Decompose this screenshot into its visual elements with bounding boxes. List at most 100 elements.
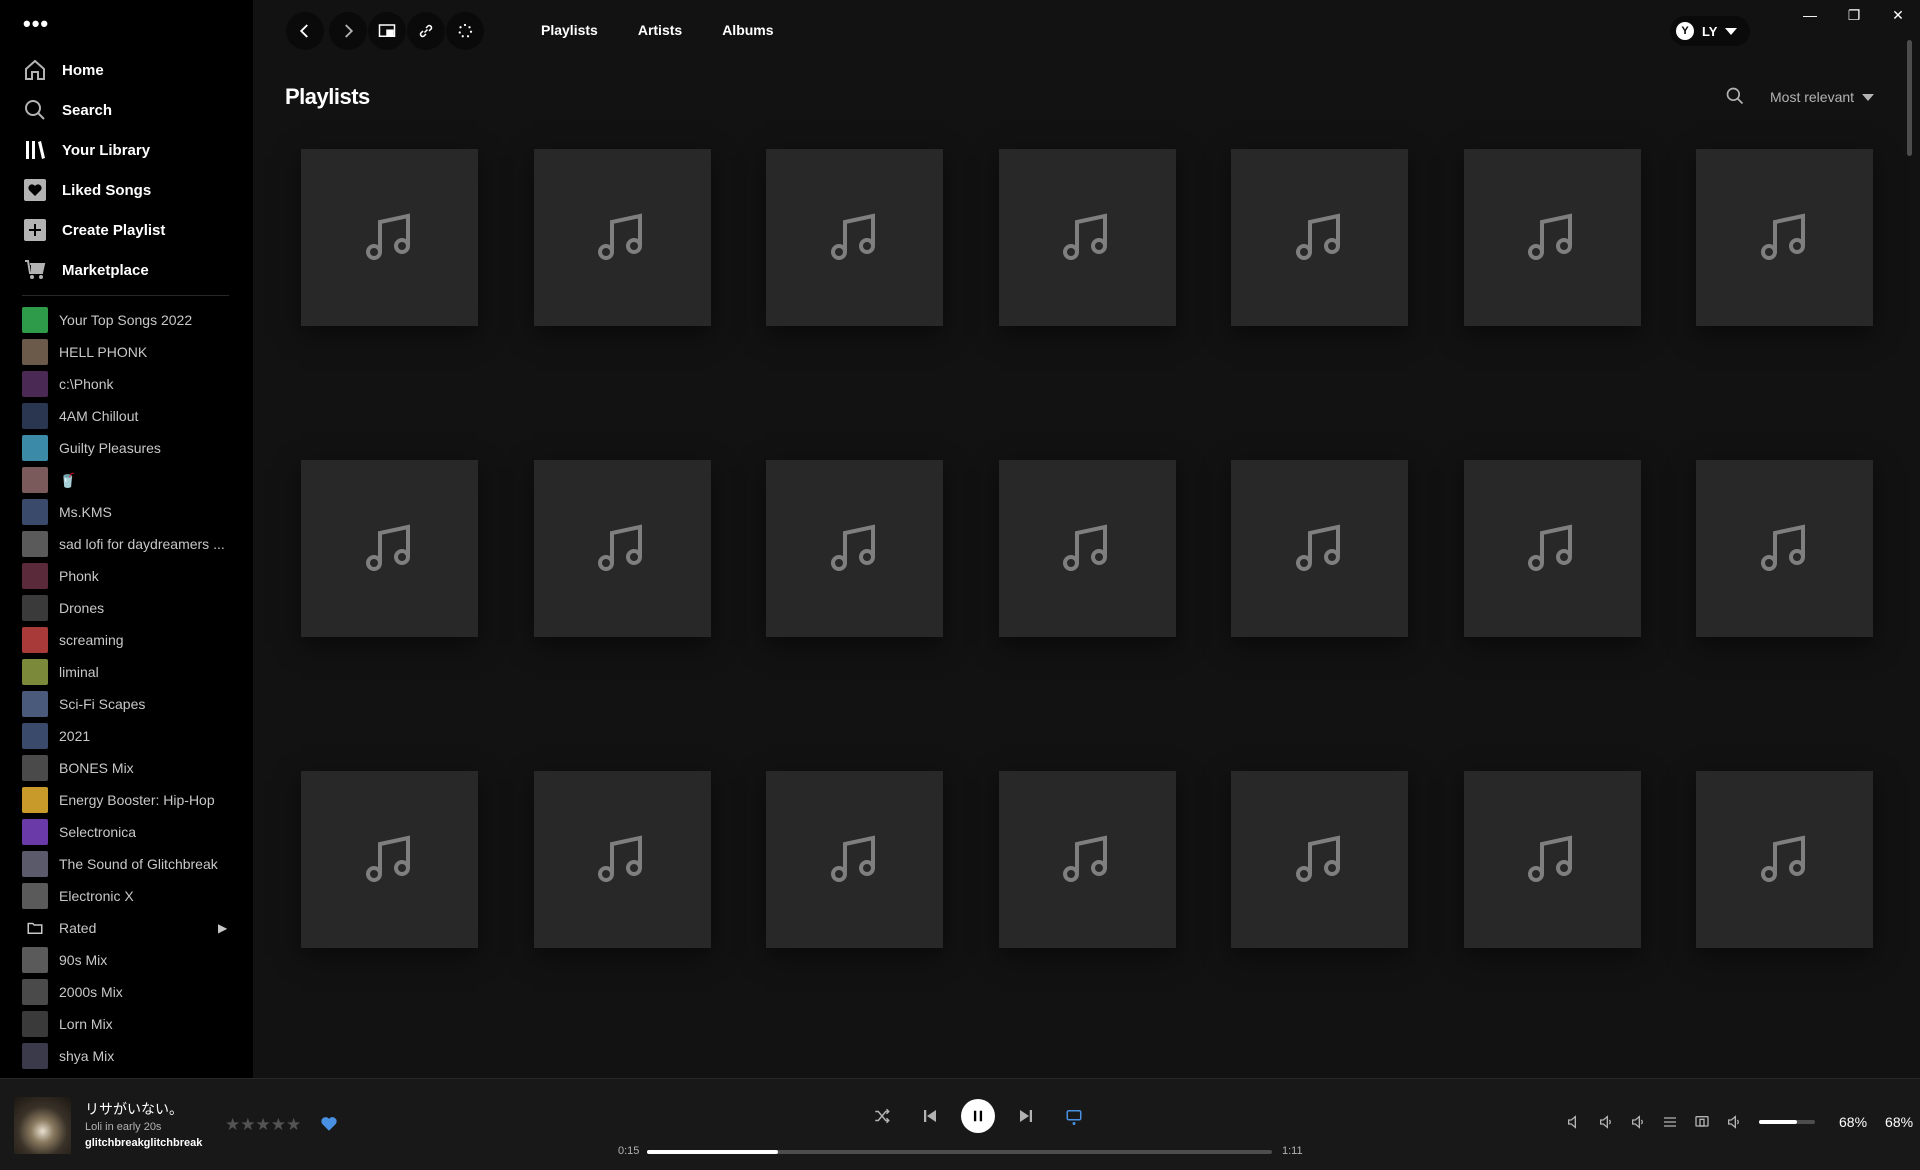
sidebar-playlist-item[interactable]: liminal [0, 656, 253, 688]
playlist-card[interactable] [998, 771, 1176, 948]
speaker-icon [1632, 1115, 1643, 1129]
volume-button[interactable] [1725, 1113, 1743, 1131]
forward-button[interactable] [329, 12, 367, 50]
tab-artists[interactable]: Artists [638, 22, 682, 38]
music-note-icon [1760, 213, 1805, 260]
queue-button[interactable] [1661, 1113, 1679, 1131]
devices-button[interactable] [1693, 1113, 1711, 1131]
caret-right-icon[interactable]: ▶ [218, 921, 227, 935]
sidebar-playlist-item[interactable]: Guilty Pleasures [0, 432, 253, 464]
filter-search-button[interactable] [1725, 86, 1745, 106]
playlist-card[interactable] [301, 149, 478, 326]
track-artist[interactable]: glitchbreakglitchbreak [85, 1137, 202, 1149]
next-button[interactable] [1002, 1097, 1050, 1135]
chevron-down-icon [1862, 93, 1875, 101]
sidebar-playlist-item[interactable]: Your Top Songs 2022 [0, 304, 253, 336]
restore-button[interactable]: ❐ [1832, 0, 1876, 30]
loading-button[interactable] [446, 12, 484, 50]
playlist-thumbnail [22, 659, 48, 685]
music-note-icon [1295, 524, 1340, 571]
miniplayer-button[interactable] [368, 12, 406, 50]
sort-dropdown[interactable]: Most relevant [1770, 89, 1875, 105]
track-subtitle[interactable]: Loli in early 20s [85, 1121, 161, 1133]
track-title[interactable]: リサがいない。 [85, 1099, 183, 1119]
playlist-card[interactable] [998, 149, 1176, 326]
rating-stars[interactable]: ★★★★★ [225, 1115, 301, 1135]
sidebar-playlist-item[interactable]: Drones [0, 592, 253, 624]
sidebar-playlist-item[interactable]: 2021 [0, 720, 253, 752]
user-menu-button[interactable]: Y LY [1670, 16, 1750, 46]
sidebar-playlist-item[interactable]: Sci-Fi Scapes [0, 688, 253, 720]
playlist-card[interactable] [301, 771, 478, 948]
playlist-thumbnail [22, 819, 48, 845]
like-button[interactable] [320, 1115, 338, 1133]
volume-slider[interactable] [1759, 1120, 1815, 1124]
playlist-card[interactable] [1463, 460, 1641, 637]
menu-dots-button[interactable]: ••• [23, 13, 49, 35]
playlist-card[interactable] [301, 460, 478, 637]
playlist-card[interactable] [1696, 149, 1873, 326]
previous-button[interactable] [906, 1097, 954, 1135]
sidebar-playlist-item[interactable]: 4AM Chillout [0, 400, 253, 432]
playlist-card[interactable] [533, 771, 711, 948]
sidebar-playlist-item[interactable]: 🥤 [0, 464, 253, 496]
sidebar-playlist-item[interactable]: The Sound of Glitchbreak [0, 848, 253, 880]
nav-library[interactable]: Your Library [0, 130, 253, 170]
scrollbar[interactable] [1907, 40, 1912, 156]
sidebar-playlist-item[interactable]: Lorn Mix [0, 1008, 253, 1040]
playlist-card[interactable] [766, 460, 943, 637]
playlist-card[interactable] [998, 460, 1176, 637]
playlist-label: 4AM Chillout [59, 408, 139, 424]
sidebar-folder[interactable]: Rated ▶ [0, 912, 253, 944]
nav-liked-songs[interactable]: Liked Songs [0, 170, 253, 210]
nav-marketplace[interactable]: Marketplace [0, 250, 253, 290]
nav-home[interactable]: Home [0, 50, 253, 90]
speaker-icon [1600, 1115, 1611, 1129]
lyrics-button[interactable] [1565, 1113, 1583, 1131]
sidebar-playlist-item[interactable]: BONES Mix [0, 752, 253, 784]
playlist-card[interactable] [1696, 460, 1873, 637]
sidebar-playlist-item[interactable]: Energy Booster: Hip-Hop [0, 784, 253, 816]
playlist-card[interactable] [1231, 149, 1408, 326]
repeat-button[interactable] [1050, 1097, 1098, 1135]
sidebar-playlist-item[interactable]: 2000s Mix [0, 976, 253, 1008]
link-button[interactable] [407, 12, 445, 50]
sidebar-playlist-item[interactable]: HELL PHONK [0, 336, 253, 368]
sidebar-playlist-item[interactable]: 90s Mix [0, 944, 253, 976]
shuffle-button[interactable] [858, 1097, 906, 1135]
sidebar-playlist-item[interactable]: Ms.KMS [0, 496, 253, 528]
playlist-card[interactable] [1231, 771, 1408, 948]
playlist-card[interactable] [1463, 771, 1641, 948]
playlist-label: liminal [59, 664, 99, 680]
sidebar-playlist-item[interactable]: c:\Phonk [0, 368, 253, 400]
sidebar-playlist-item[interactable]: shya Mix [0, 1040, 253, 1072]
tab-playlists[interactable]: Playlists [541, 22, 598, 38]
playlist-card[interactable] [533, 149, 711, 326]
progress-bar[interactable] [647, 1150, 1272, 1154]
nav-create-playlist-label: Create Playlist [62, 221, 166, 239]
sidebar-playlist-item[interactable]: Phonk [0, 560, 253, 592]
playlist-card[interactable] [1696, 771, 1873, 948]
close-button[interactable]: ✕ [1876, 0, 1920, 30]
playlist-card[interactable] [533, 460, 711, 637]
sidebar-playlist-item[interactable]: Electronic X [0, 880, 253, 912]
nav-create-playlist[interactable]: Create Playlist [0, 210, 253, 250]
nav-search[interactable]: Search [0, 90, 253, 130]
playlist-card[interactable] [766, 771, 943, 948]
playlist-card[interactable] [766, 149, 943, 326]
playlist-card[interactable] [1231, 460, 1408, 637]
speaker-button-1[interactable] [1597, 1113, 1615, 1131]
speaker-left-icon [1568, 1115, 1576, 1129]
tab-albums[interactable]: Albums [722, 22, 773, 38]
sidebar-playlist-item[interactable]: Selectronica [0, 816, 253, 848]
back-button[interactable] [286, 12, 324, 50]
playlist-list: Your Top Songs 2022 HELL PHONK c:\Phonk 4AM… [0, 304, 253, 1072]
minimize-button[interactable]: — [1788, 0, 1832, 30]
speaker-button-2[interactable] [1629, 1113, 1647, 1131]
sidebar-playlist-item[interactable]: sad lofi for daydreamers ... [0, 528, 253, 560]
pause-button[interactable] [954, 1097, 1002, 1135]
heart-icon [321, 1117, 337, 1131]
sidebar-playlist-item[interactable]: screaming [0, 624, 253, 656]
album-cover[interactable] [14, 1097, 71, 1154]
playlist-card[interactable] [1463, 149, 1641, 326]
